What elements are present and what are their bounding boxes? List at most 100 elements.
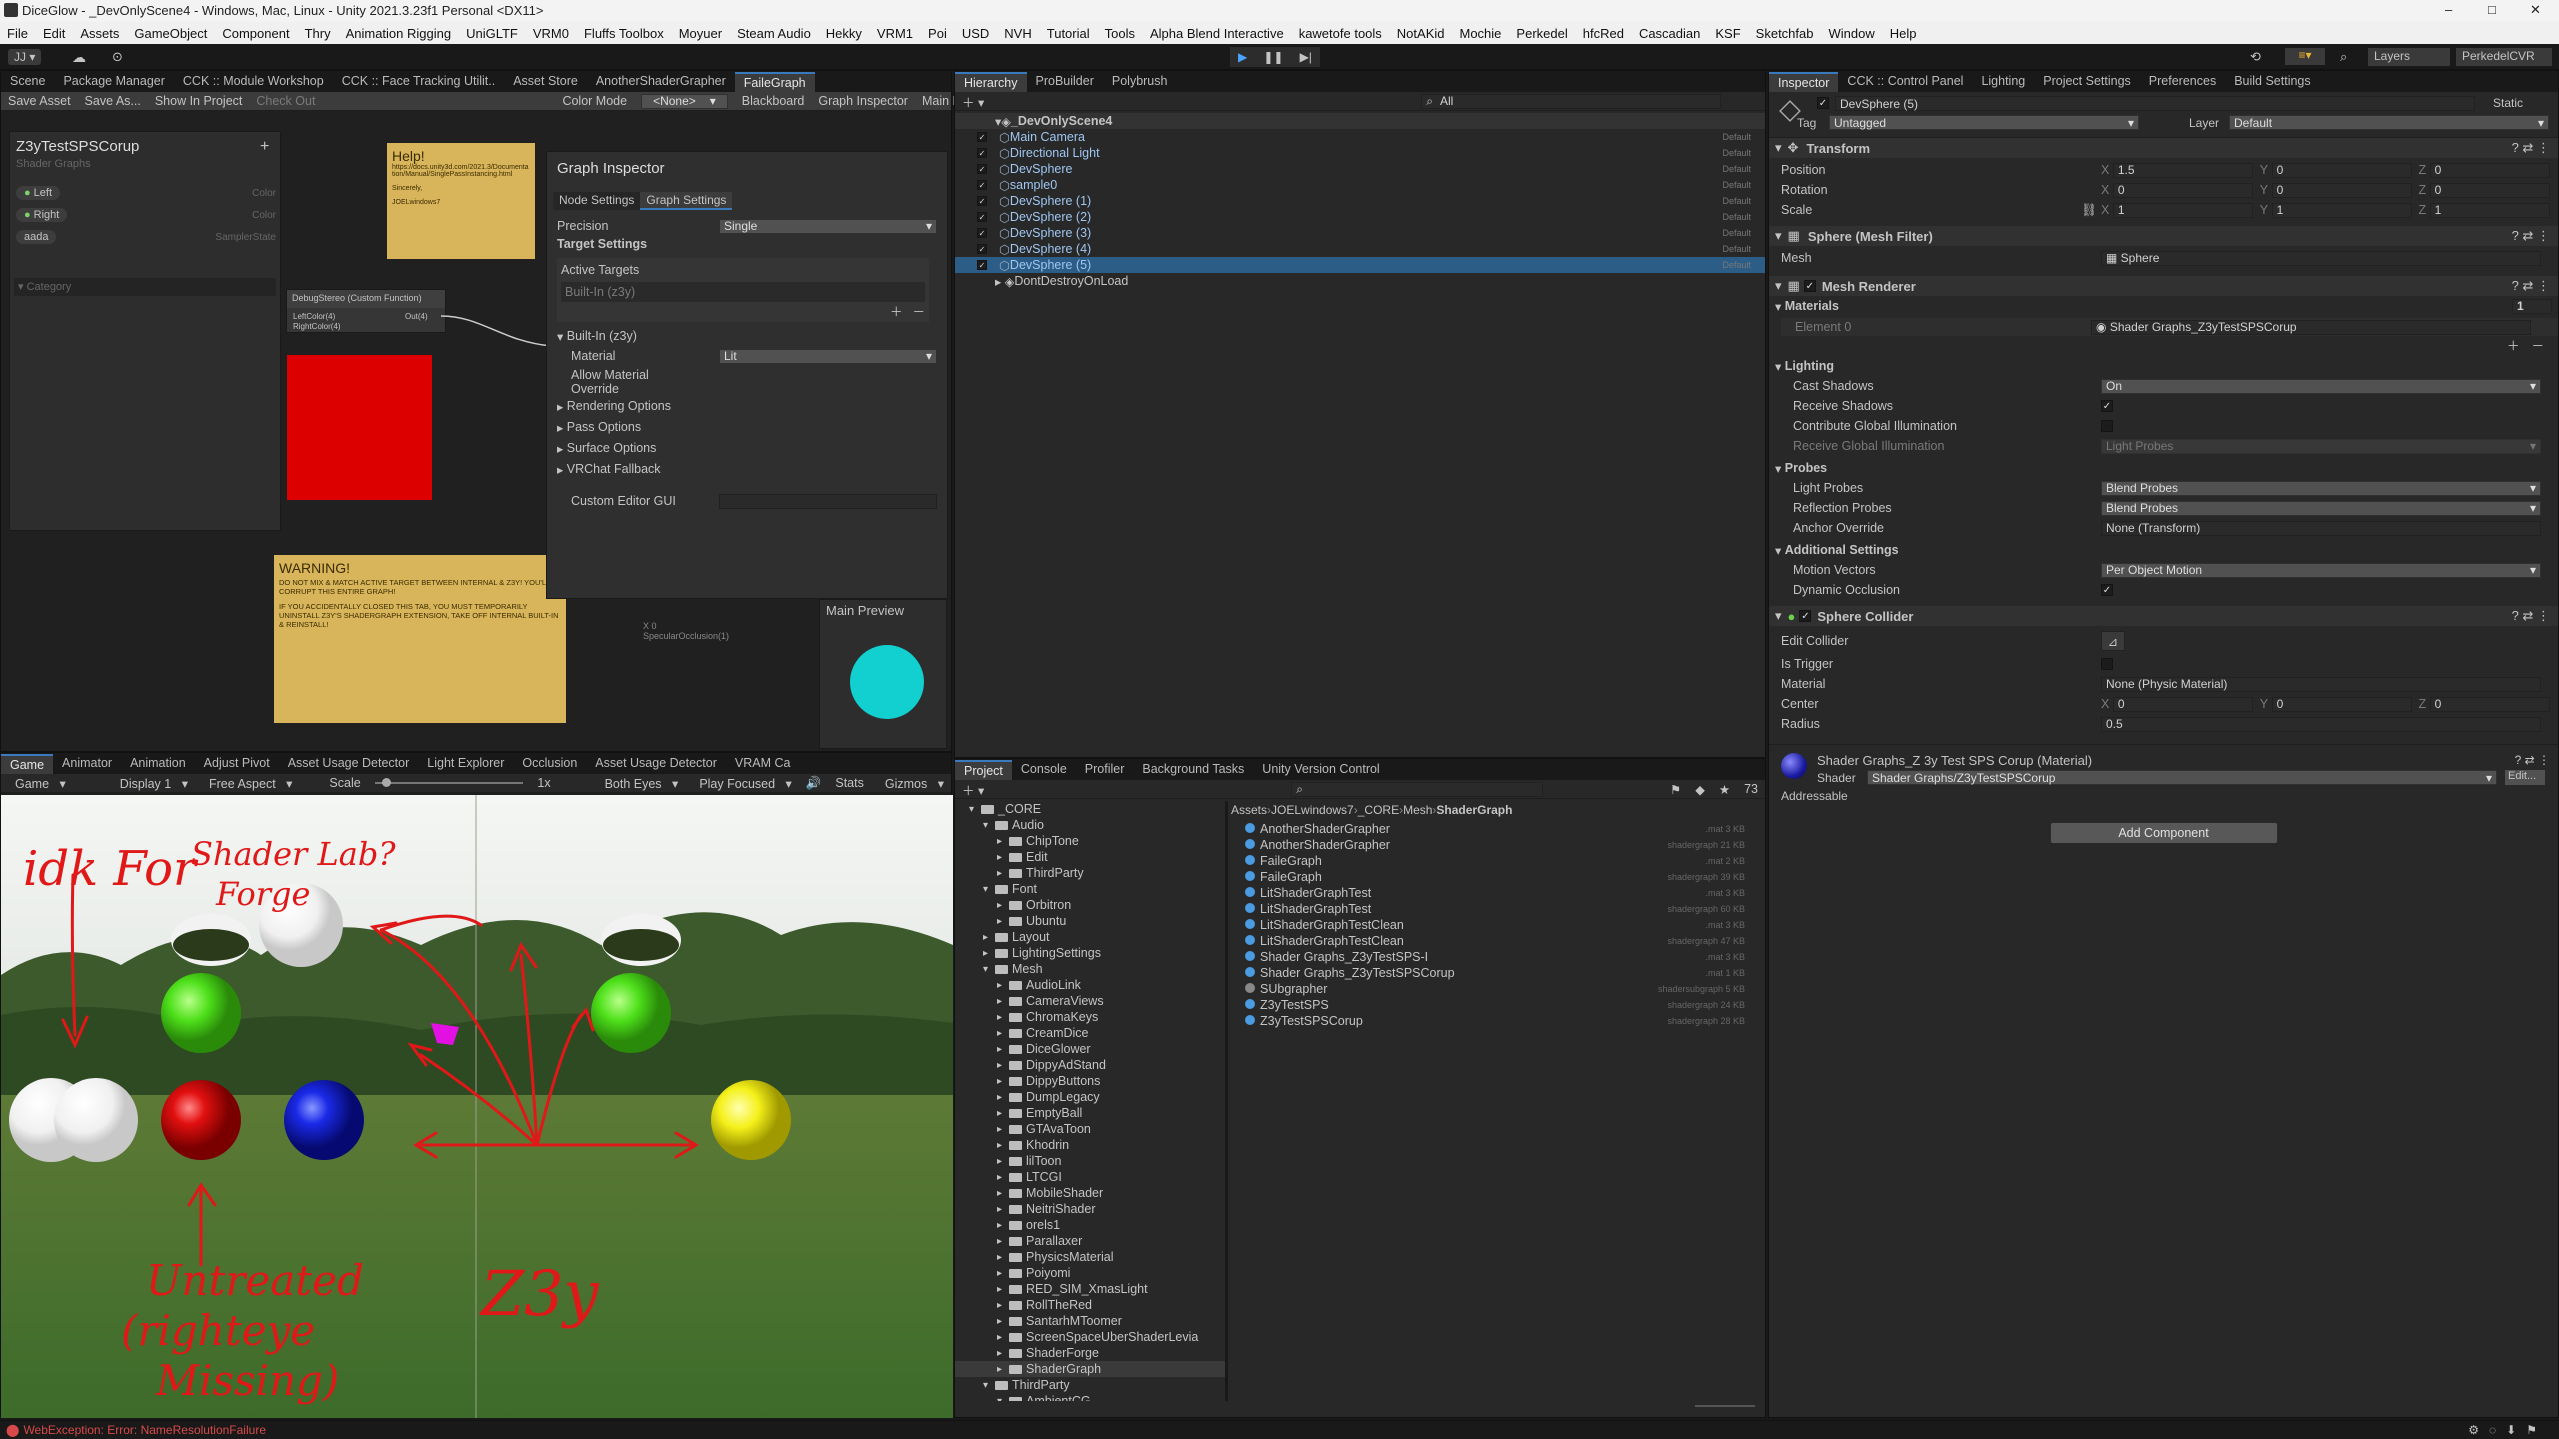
chevron-down-icon[interactable]: ▾ — [983, 964, 995, 975]
graph-inspector-toggle[interactable]: Graph Inspector — [818, 94, 908, 108]
precision-dropdown[interactable]: Single ▾ — [719, 218, 937, 234]
category-row[interactable]: ▾ Category — [14, 278, 276, 296]
aspect-dropdown[interactable]: Free Aspect ▾ — [202, 776, 292, 791]
chevron-right-icon[interactable]: ▸ — [997, 1220, 1009, 1231]
tab-hierarchy[interactable]: Hierarchy — [955, 72, 1027, 92]
project-file[interactable]: LitShaderGraphTestClean .mat 3 KB — [1245, 917, 1745, 933]
search-icon[interactable]: ⌕ — [2340, 49, 2347, 65]
element-0-field[interactable]: ◉ Shader Graphs_Z3yTestSPSCorup — [2091, 319, 2531, 335]
tab-polybrush[interactable]: Polybrush — [1103, 72, 1177, 92]
node-input-right[interactable]: RightColor(4) — [293, 322, 341, 331]
position-z[interactable]: 0 — [2429, 162, 2550, 178]
help-sticky-note[interactable]: Help! https://docs.unity3d.com/2021.3/Do… — [387, 143, 535, 259]
warning-sticky-note[interactable]: WARNING! DO NOT MIX & MATCH ACTIVE TARGE… — [274, 555, 566, 723]
sphere-collider-enabled[interactable]: ✓ — [1799, 610, 1812, 622]
create-dropdown[interactable]: ＋ ▾ — [962, 92, 984, 111]
visibility-checkbox[interactable]: ✓ — [977, 148, 987, 158]
tab-lighting[interactable]: Lighting — [1972, 72, 2034, 92]
layers-dropdown[interactable]: Layers — [2368, 48, 2450, 66]
project-file[interactable]: AnotherShaderGrapher .mat 3 KB — [1245, 821, 1745, 837]
project-folder-orels1[interactable]: ▸ orels1 — [955, 1217, 1225, 1233]
tab-vram-ca[interactable]: VRAM Ca — [726, 754, 800, 774]
is-trigger-checkbox[interactable] — [2101, 658, 2113, 670]
project-folder-creamdice[interactable]: ▸ CreamDice — [955, 1025, 1225, 1041]
remove-target-button[interactable]: － — [912, 301, 925, 320]
tab-project-settings[interactable]: Project Settings — [2034, 72, 2140, 92]
tab-scene[interactable]: Scene — [1, 72, 54, 92]
mute-icon[interactable]: 🔊 — [806, 776, 822, 791]
project-file[interactable]: LitShaderGraphTest shadergraph 60 KB — [1245, 901, 1745, 917]
transform-header[interactable]: ▾ ✥ Transform? ⇄ ⋮ — [1769, 138, 2558, 158]
game-mode-dropdown[interactable]: Game ▾ — [8, 776, 66, 791]
menu-perkedel[interactable]: Perkedel — [1516, 26, 1567, 41]
project-folder-red-sim-xmaslight[interactable]: ▸ RED_SIM_XmasLight — [955, 1281, 1225, 1297]
project-folder-thirdparty[interactable]: ▾ ThirdParty — [955, 1377, 1225, 1393]
layout-dropdown[interactable]: PerkedelCVR — [2456, 48, 2552, 66]
menu-tutorial[interactable]: Tutorial — [1047, 26, 1090, 41]
project-folder-mobileshader[interactable]: ▸ MobileShader — [955, 1185, 1225, 1201]
active-target-item[interactable]: Built-In (z3y) — [561, 282, 925, 302]
history-icon[interactable]: ⟲ — [2250, 49, 2261, 65]
tab-profiler[interactable]: Profiler — [1076, 760, 1134, 780]
project-file[interactable]: FaileGraph shadergraph 39 KB — [1245, 869, 1745, 885]
display-dropdown[interactable]: Display 1 ▾ — [113, 776, 188, 791]
tab-anothershadergrapher[interactable]: AnotherShaderGrapher — [587, 72, 735, 92]
chevron-right-icon[interactable]: ▸ — [997, 1044, 1009, 1055]
menu-fluffs-toolbox[interactable]: Fluffs Toolbox — [584, 26, 664, 41]
menu-help[interactable]: Help — [1890, 26, 1917, 41]
hierarchy-item[interactable]: ✓ ⬡ DevSphere (2) Default — [955, 209, 1765, 225]
remove-material-button[interactable]: － — [2531, 335, 2544, 354]
chevron-right-icon[interactable]: ▸ — [997, 900, 1009, 911]
chevron-right-icon[interactable]: ▸ — [997, 1172, 1009, 1183]
project-folder-poiyomi[interactable]: ▸ Poiyomi — [955, 1265, 1225, 1281]
tab-animator[interactable]: Animator — [53, 754, 121, 774]
visibility-checkbox[interactable]: ✓ — [977, 228, 987, 238]
mesh-renderer-header[interactable]: ▾ ▦ ✓ Mesh Renderer? ⇄ ⋮ — [1769, 276, 2558, 296]
blackboard-property[interactable]: ● Right Color — [16, 204, 276, 226]
hierarchy-item[interactable]: ✓ ⬡ DevSphere (5) Default — [955, 257, 1765, 273]
shader-edit-button[interactable]: Edit... — [2505, 770, 2545, 785]
project-folder-chromakeys[interactable]: ▸ ChromaKeys — [955, 1009, 1225, 1025]
project-folder-chiptone[interactable]: ▸ ChipTone — [955, 833, 1225, 849]
link-icon[interactable]: ⛓ — [2081, 203, 2101, 218]
scale-z[interactable]: 1 — [2429, 202, 2550, 218]
project-folder-liltoon[interactable]: ▸ lilToon — [955, 1153, 1225, 1169]
radius-field[interactable]: 0.5 — [2101, 716, 2541, 732]
menu-gameobject[interactable]: GameObject — [134, 26, 207, 41]
project-folder-dippyadstand[interactable]: ▸ DippyAdStand — [955, 1057, 1225, 1073]
chevron-right-icon[interactable]: ▸ — [997, 1204, 1009, 1215]
project-folder-ubuntu[interactable]: ▸ Ubuntu — [955, 913, 1225, 929]
component-menu-icon[interactable]: ? ⇄ ⋮ — [2512, 140, 2550, 156]
check-out-button[interactable]: Check Out — [256, 94, 315, 108]
menu-steam-audio[interactable]: Steam Audio — [737, 26, 811, 41]
minimize-button[interactable]: – — [2445, 2, 2452, 17]
contribute-gi-checkbox[interactable] — [2101, 420, 2113, 432]
status-error-message[interactable]: WebException: Error: NameResolutionFailu… — [23, 1423, 266, 1437]
play-focused-dropdown[interactable]: Play Focused ▾ — [692, 776, 791, 791]
receive-gi-dropdown[interactable]: Light Probes ▾ — [2101, 438, 2541, 454]
sphere-collider-header[interactable]: ▾ ● ✓ Sphere Collider? ⇄ ⋮ — [1769, 606, 2558, 626]
menu-cascadian[interactable]: Cascadian — [1639, 26, 1700, 41]
tab-inspector[interactable]: Inspector — [1769, 72, 1839, 92]
chevron-right-icon[interactable]: ▸ — [997, 1236, 1009, 1247]
tab-cck-module-workshop[interactable]: CCK :: Module Workshop — [174, 72, 333, 92]
rotation-z[interactable]: 0 — [2429, 182, 2550, 198]
project-folder-lightingsettings[interactable]: ▸ LightingSettings — [955, 945, 1225, 961]
project-folder-mesh[interactable]: ▾ Mesh — [955, 961, 1225, 977]
project-file[interactable]: Shader Graphs_Z3yTestSPSCorup .mat 1 KB — [1245, 965, 1745, 981]
add-property-button[interactable]: + — [260, 138, 269, 156]
project-search[interactable]: ⌕ — [1291, 781, 1544, 797]
color-mode-dropdown[interactable]: <None> ▾ — [641, 93, 728, 109]
receive-shadows-checkbox[interactable]: ✓ — [2101, 400, 2113, 412]
add-target-button[interactable]: ＋ — [890, 301, 903, 320]
chevron-right-icon[interactable]: ▸ — [983, 932, 995, 943]
breadcrumb-joelwindows7[interactable]: JOELwindows7 — [1271, 803, 1354, 817]
shader-dropdown[interactable]: Shader Graphs/Z3yTestSPSCorup ▾ — [1867, 770, 2497, 785]
project-create-dropdown[interactable]: ＋ ▾ — [962, 780, 984, 799]
project-folder-gtavatoon[interactable]: ▸ GTAvaToon — [955, 1121, 1225, 1137]
additional-settings-foldout[interactable]: Additional Settings — [1785, 543, 1899, 557]
custom-function-node[interactable]: DebugStereo (Custom Function) LeftColor(… — [286, 289, 446, 333]
chevron-right-icon[interactable]: ▸ — [997, 1348, 1009, 1359]
hierarchy-item[interactable]: ✓ ⬡ Directional Light Default — [955, 145, 1765, 161]
tab-build-settings[interactable]: Build Settings — [2225, 72, 2319, 92]
